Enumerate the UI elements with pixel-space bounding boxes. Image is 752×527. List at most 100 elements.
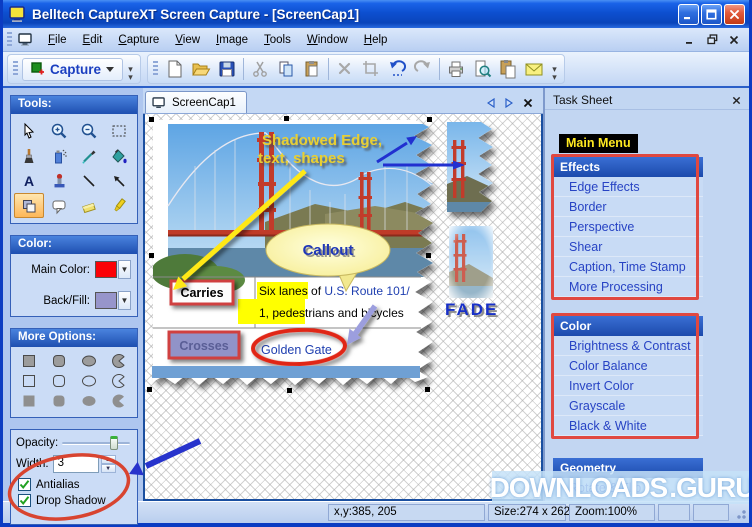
main-color-swatch[interactable]: [95, 261, 117, 278]
copy-to-clipboard-button[interactable]: [495, 56, 521, 82]
maximize-button[interactable]: [701, 4, 722, 25]
task-item-caption-time-stamp[interactable]: Caption, Time Stamp: [553, 257, 703, 277]
menu-view[interactable]: View: [167, 31, 208, 49]
antialias-checkbox[interactable]: [18, 478, 31, 491]
tool-callout-button[interactable]: [44, 193, 74, 218]
opacity-slider[interactable]: [62, 436, 132, 450]
tool-arrow-button[interactable]: [104, 168, 134, 193]
shadowed-edge-line2: text, shapes: [258, 150, 345, 167]
tool-stamp-button[interactable]: [44, 168, 74, 193]
geometry-section-header: Geometry: [553, 458, 703, 478]
task-item-border[interactable]: Border: [553, 197, 703, 217]
tool-eyedropper-button[interactable]: [74, 143, 104, 168]
save-button[interactable]: [214, 56, 240, 82]
delete-button[interactable]: [332, 56, 358, 82]
tool-spray-button[interactable]: [44, 143, 74, 168]
copy-button[interactable]: [273, 56, 299, 82]
main-color-dropdown[interactable]: ▼: [118, 260, 131, 279]
shape-pie-outline[interactable]: [104, 371, 134, 391]
shape-ellipse-outline[interactable]: [74, 371, 104, 391]
menubar-grip[interactable]: [7, 32, 12, 48]
width-stepper-down[interactable]: ▼: [101, 464, 116, 473]
prev-tab-icon[interactable]: [487, 98, 495, 108]
shape-ellipse-solid[interactable]: [74, 391, 104, 411]
standard-toolbar-grip[interactable]: [153, 61, 158, 77]
tool-brush-button[interactable]: [14, 143, 44, 168]
annotated-screenshot[interactable]: Six lanes of U.S. Route 101/ 1, pedestri…: [151, 120, 435, 385]
close-button[interactable]: [724, 4, 745, 25]
brush-icon: [20, 147, 38, 165]
width-input[interactable]: 3: [53, 455, 99, 473]
drop-shadow-checkbox[interactable]: [18, 494, 31, 507]
redo-button[interactable]: [410, 56, 436, 82]
task-item-rotate-flip[interactable]: Rotate & Flip: [553, 478, 703, 498]
tool-line-button[interactable]: [74, 168, 104, 193]
email-button[interactable]: [521, 56, 547, 82]
close-tab-icon[interactable]: [523, 98, 533, 108]
capture-toolbar-overflow[interactable]: ▾▾: [125, 65, 136, 81]
cut-button[interactable]: [247, 56, 273, 82]
task-item-edge-effects[interactable]: Edge Effects: [553, 177, 703, 197]
task-sheet-close-icon[interactable]: [732, 96, 741, 105]
tool-text-button[interactable]: A: [14, 168, 44, 193]
shape-rounded-filled[interactable]: [44, 351, 74, 371]
shape-square-filled[interactable]: [14, 351, 44, 371]
paste-button[interactable]: [299, 56, 325, 82]
menu-file[interactable]: File: [40, 31, 75, 49]
standard-toolbar-overflow[interactable]: ▾▾: [549, 65, 560, 81]
task-item-shear[interactable]: Shear: [553, 237, 703, 257]
shape-square-solid[interactable]: [14, 391, 44, 411]
options-panel: Opacity: Width: 3 ▲ ▼: [10, 429, 138, 525]
menu-edit[interactable]: Edit: [75, 31, 111, 49]
capture-toolbar-grip[interactable]: [13, 61, 18, 77]
canvas[interactable]: Six lanes of U.S. Route 101/ 1, pedestri…: [143, 114, 543, 501]
back-fill-dropdown[interactable]: ▼: [118, 291, 131, 310]
tool-zoom-in-button[interactable]: [44, 118, 74, 143]
print-button[interactable]: [443, 56, 469, 82]
tool-zoom-out-button[interactable]: [74, 118, 104, 143]
print-preview-button[interactable]: [469, 56, 495, 82]
tool-rect-select-button[interactable]: [104, 118, 134, 143]
next-tab-icon[interactable]: [505, 98, 513, 108]
undo-button[interactable]: [384, 56, 410, 82]
shape-ellipse-filled[interactable]: [74, 351, 104, 371]
opacity-slider-thumb[interactable]: [110, 436, 118, 450]
capture-button[interactable]: Capture: [22, 58, 123, 81]
shape-square-outline[interactable]: [14, 371, 44, 391]
new-button[interactable]: [162, 56, 188, 82]
task-item-color-balance[interactable]: Color Balance: [553, 356, 703, 376]
task-item-brightness-contrast[interactable]: Brightness & Contrast: [553, 336, 703, 356]
crop-button[interactable]: [358, 56, 384, 82]
main-area: Tools:: [3, 88, 749, 501]
shape-pie-solid[interactable]: [104, 391, 134, 411]
minimize-button[interactable]: [678, 4, 699, 25]
mdi-minimize-button[interactable]: [681, 32, 699, 48]
open-button[interactable]: [188, 56, 214, 82]
task-item-black-white[interactable]: Black & White: [553, 416, 703, 436]
back-fill-swatch[interactable]: [95, 292, 117, 309]
task-item-more-processing[interactable]: More Processing: [553, 277, 703, 297]
menu-capture[interactable]: Capture: [110, 31, 167, 49]
shape-pie-filled[interactable]: [104, 351, 134, 371]
task-item-perspective[interactable]: Perspective: [553, 217, 703, 237]
menu-window[interactable]: Window: [299, 31, 356, 49]
shape-rounded-outline[interactable]: [44, 371, 74, 391]
mdi-restore-button[interactable]: [703, 32, 721, 48]
task-item-grayscale[interactable]: Grayscale: [553, 396, 703, 416]
fade-thumbnail[interactable]: [449, 226, 493, 298]
menu-image[interactable]: Image: [208, 31, 256, 49]
menu-help[interactable]: Help: [356, 31, 396, 49]
resize-grip[interactable]: [734, 507, 746, 519]
tool-fill-button[interactable]: [104, 143, 134, 168]
tool-highlighter-button[interactable]: [104, 193, 134, 218]
width-stepper-up[interactable]: ▲: [101, 455, 116, 464]
tab-screencap1[interactable]: ScreenCap1: [145, 91, 247, 113]
tool-eraser-button[interactable]: [74, 193, 104, 218]
title-bar[interactable]: Belltech CaptureXT Screen Capture - [Scr…: [3, 0, 749, 28]
menu-tools[interactable]: Tools: [256, 31, 299, 49]
mdi-close-button[interactable]: [725, 32, 743, 48]
shape-rounded-solid[interactable]: [44, 391, 74, 411]
task-item-invert-color[interactable]: Invert Color: [553, 376, 703, 396]
tool-select-cursor-button[interactable]: [14, 118, 44, 143]
tool-shapes-button[interactable]: [14, 193, 44, 218]
